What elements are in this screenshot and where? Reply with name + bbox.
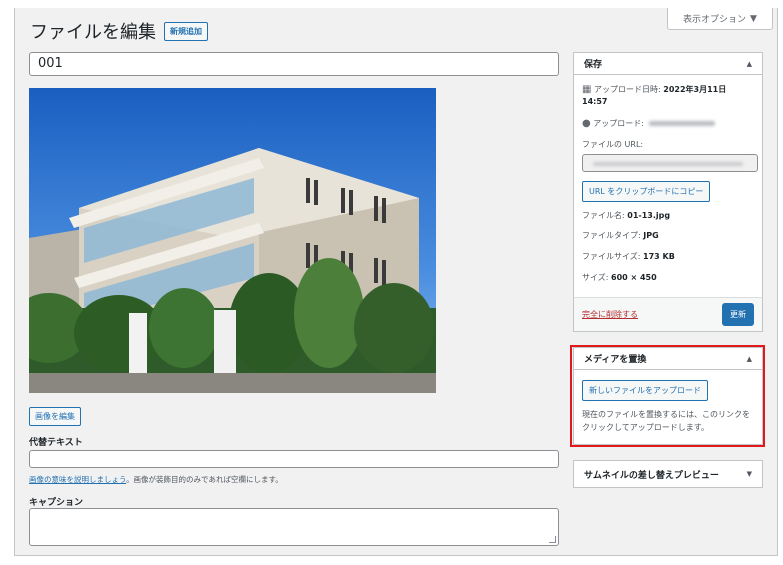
add-new-button[interactable]: 新規追加 xyxy=(164,21,208,41)
upload-new-file-button[interactable]: 新しいファイルをアップロード xyxy=(582,380,708,401)
file-size-value: 173 KB xyxy=(643,252,675,262)
update-button[interactable]: 更新 xyxy=(722,303,754,326)
caption-textarea[interactable] xyxy=(29,508,559,546)
attachment-image xyxy=(29,88,436,393)
title-input[interactable]: 001 xyxy=(29,52,559,76)
resize-handle-icon[interactable] xyxy=(549,536,556,543)
dimensions-value: 600 × 450 xyxy=(611,272,657,282)
replace-media-metabox: メディアを置換 ▲ 新しいファイルをアップロード 現在のファイルを置換するには、… xyxy=(573,347,763,445)
caret-down-icon: ▼ xyxy=(750,13,757,24)
file-url-label: ファイルの URL: xyxy=(582,139,644,149)
alt-text-help-rest: 。画像が装飾目的のみであれば空欄にします。 xyxy=(126,475,283,484)
file-size-row: ファイルサイズ: 173 KB xyxy=(582,252,754,263)
file-url-input[interactable] xyxy=(582,153,758,172)
file-name-row: ファイル名: 01-13.jpg xyxy=(582,211,754,222)
replace-media-description: 現在のファイルを置換するには、このリンクをクリックしてアップロードします。 xyxy=(582,410,750,432)
file-size-label: ファイルサイズ: xyxy=(582,252,641,262)
file-type-value: JPG xyxy=(643,231,659,241)
uploaded-on-label: アップロード日時: xyxy=(594,85,661,94)
screen-options-button[interactable]: 表示オプション ▼ xyxy=(667,8,773,30)
edit-image-button[interactable]: 画像を編集 xyxy=(29,407,81,426)
replace-media-header[interactable]: メディアを置換 ▲ xyxy=(574,348,762,370)
thumbnail-preview-title: サムネイルの差し替えプレビュー xyxy=(584,470,719,481)
user-icon: ● xyxy=(582,118,591,130)
file-type-label: ファイルタイプ: xyxy=(582,231,641,241)
uploaded-on-row: ▦ アップロード日時: 2022年3月11日 14:57 xyxy=(582,83,754,107)
collapse-toggle-icon[interactable]: ▲ xyxy=(747,60,752,68)
page-title-row: ファイルを編集 新規追加 xyxy=(30,18,208,44)
dimensions-row: サイズ: 600 × 450 xyxy=(582,273,754,284)
file-name-value: 01-13.jpg xyxy=(627,210,671,220)
alt-text-help-link[interactable]: 画像の意味を説明しましょう xyxy=(29,475,126,484)
thumbnail-preview-metabox: サムネイルの差し替えプレビュー ▼ xyxy=(573,460,763,488)
dimensions-label: サイズ: xyxy=(582,272,609,282)
save-metabox-header[interactable]: 保存 ▲ xyxy=(574,53,762,75)
replace-media-title: メディアを置換 xyxy=(584,355,647,365)
file-type-row: ファイルタイプ: JPG xyxy=(582,231,754,242)
uploaded-by-row: ● アップロード: xyxy=(582,117,754,131)
collapse-toggle-icon[interactable]: ▲ xyxy=(747,355,752,363)
calendar-icon: ▦ xyxy=(582,84,592,95)
uploaded-by-name-redacted[interactable] xyxy=(648,121,715,127)
thumbnail-preview-header[interactable]: サムネイルの差し替えプレビュー ▼ xyxy=(574,461,762,487)
file-url-redacted xyxy=(593,161,743,166)
alt-text-input[interactable] xyxy=(29,450,559,468)
alt-text-help: 画像の意味を説明しましょう。画像が装飾目的のみであれば空欄にします。 xyxy=(29,474,283,485)
copy-url-button[interactable]: URL をクリップボードにコピー xyxy=(582,180,711,202)
page-title: ファイルを編集 xyxy=(30,22,156,43)
screen-options-label: 表示オプション xyxy=(683,15,747,25)
save-metabox: 保存 ▲ ▦ アップロード日時: 2022年3月11日 14:57 ● アップロ… xyxy=(573,52,763,332)
caption-label: キャプション xyxy=(29,498,84,508)
save-metabox-title: 保存 xyxy=(584,60,603,70)
uploaded-by-label: アップロード: xyxy=(593,119,644,129)
alt-text-label: 代替テキスト xyxy=(29,438,83,448)
delete-permanently-link[interactable]: 完全に削除する xyxy=(582,309,638,320)
file-name-label: ファイル名: xyxy=(582,210,625,220)
save-metabox-actions: 完全に削除する 更新 xyxy=(574,297,762,331)
expand-toggle-icon[interactable]: ▼ xyxy=(747,470,752,478)
